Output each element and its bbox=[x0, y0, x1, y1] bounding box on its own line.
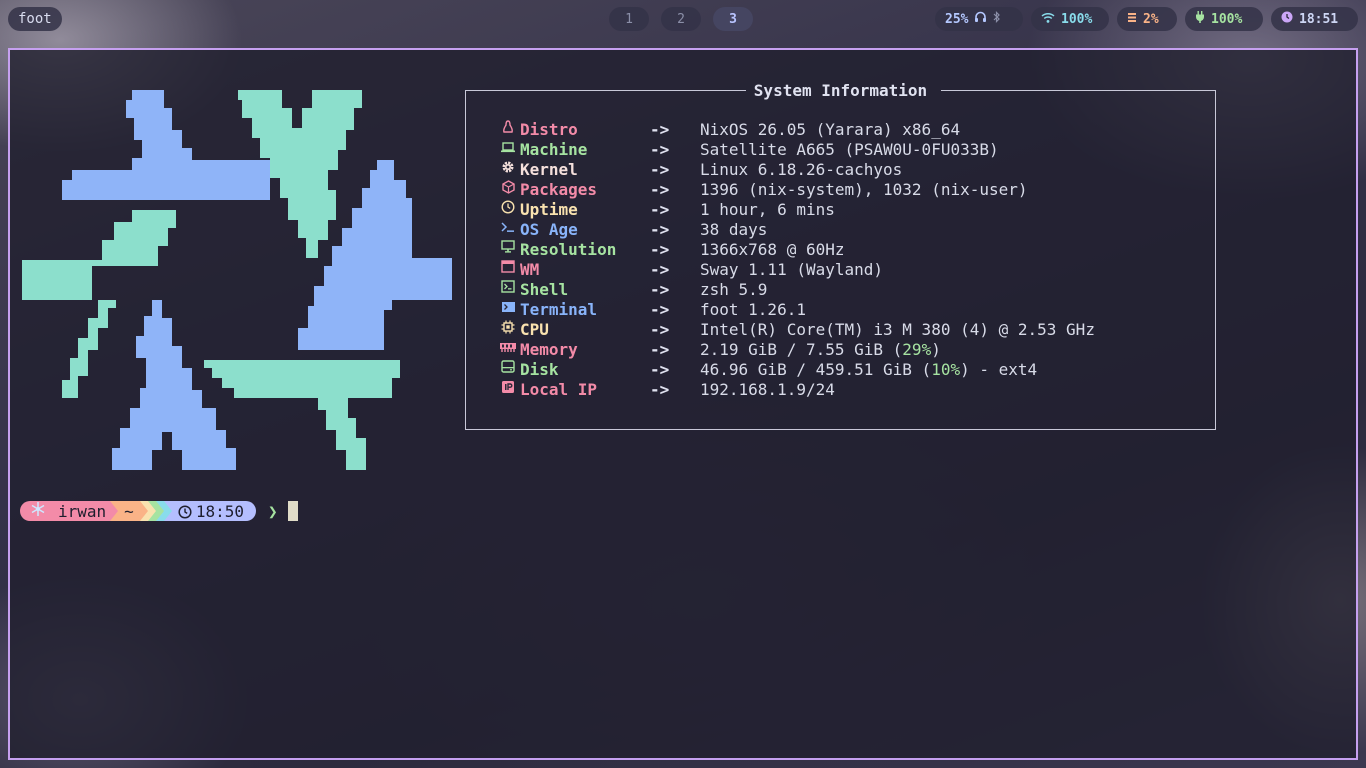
sysinfo-row-os-age: OS Age -> 38 days bbox=[500, 220, 1200, 240]
sysinfo-row-local-ip: Local IP -> 192.168.1.9/24 bbox=[500, 380, 1200, 400]
linux-icon bbox=[500, 120, 516, 141]
battery-module[interactable]: 100% bbox=[1185, 7, 1263, 31]
workspace-button-2[interactable]: 2 bbox=[661, 7, 701, 31]
prompt-time-segment: 18:50 bbox=[171, 501, 256, 521]
volume-module[interactable]: 25% bbox=[935, 7, 1023, 31]
wifi-module[interactable]: 100% bbox=[1031, 7, 1109, 31]
sysinfo-row-distro: Distro -> NixOS 26.05 (Yarara) x86_64 bbox=[500, 120, 1200, 140]
logo-lambda-top-left bbox=[62, 90, 270, 200]
wifi-icon bbox=[1041, 12, 1055, 27]
workspace-button-3[interactable]: 3 bbox=[713, 7, 753, 31]
cpu-icon bbox=[500, 320, 516, 341]
text-cursor bbox=[287, 501, 298, 521]
sysinfo-row-packages: Packages -> 1396 (nix-system), 1032 (nix… bbox=[500, 180, 1200, 200]
terminal-window[interactable]: System Information Distro -> NixOS 26.05… bbox=[8, 48, 1358, 760]
window-title: foot bbox=[8, 7, 62, 31]
sysinfo-row-disk: Disk -> 46.96 GiB / 459.51 GiB (10%) - e… bbox=[500, 360, 1200, 380]
sysinfo-title: System Information bbox=[753, 81, 928, 100]
monitor-icon bbox=[500, 240, 516, 260]
memory-icon bbox=[500, 340, 516, 360]
logo-lambda-bottom bbox=[112, 300, 236, 470]
volume-value: 25% bbox=[945, 11, 969, 27]
nixos-logo bbox=[22, 90, 452, 470]
desktop: foot 1 2 3 25% 100% 2% 100% 18:51 System… bbox=[0, 0, 1366, 768]
network-icon bbox=[500, 380, 516, 400]
clock-module[interactable]: 18:51 bbox=[1271, 7, 1358, 31]
workspace-button-1[interactable]: 1 bbox=[609, 7, 649, 31]
sysinfo-row-machine: Machine -> Satellite A665 (PSAW0U-0FU033… bbox=[500, 140, 1200, 160]
prompt-symbol: ❯ bbox=[267, 501, 278, 521]
clock-icon bbox=[500, 200, 516, 221]
sysinfo-row-memory: Memory -> 2.19 GiB / 7.55 GiB (29%) bbox=[500, 340, 1200, 360]
bluetooth-icon bbox=[993, 11, 1001, 27]
prompt-user: irwan bbox=[54, 501, 111, 521]
sysinfo-row-resolution: Resolution -> 1366x768 @ 60Hz bbox=[500, 240, 1200, 260]
sysinfo-list: Distro -> NixOS 26.05 (Yarara) x86_64 Ma… bbox=[500, 120, 1200, 400]
top-bar: foot 1 2 3 25% 100% 2% 100% 18:51 bbox=[0, 0, 1366, 40]
sysinfo-row-shell: Shell -> zsh 5.9 bbox=[500, 280, 1200, 300]
sysinfo-row-cpu: CPU -> Intel(R) Core(TM) i3 M 380 (4) @ … bbox=[500, 320, 1200, 340]
shell-icon bbox=[500, 280, 516, 300]
prompt-directory: ~ bbox=[118, 501, 140, 521]
shell-prompt[interactable]: irwan ~ 18:50 ❯ bbox=[20, 500, 298, 522]
snowflake-icon bbox=[30, 501, 46, 521]
wifi-value: 100% bbox=[1061, 11, 1093, 27]
memory-chip-icon bbox=[1127, 12, 1137, 27]
clock-icon bbox=[178, 502, 192, 521]
prompt-time: 18:50 bbox=[195, 501, 244, 521]
clock-icon bbox=[1281, 11, 1293, 27]
package-icon bbox=[500, 180, 516, 201]
battery-value: 100% bbox=[1211, 11, 1243, 27]
cpu-value: 2% bbox=[1143, 11, 1159, 27]
sysinfo-row-uptime: Uptime -> 1 hour, 6 mins bbox=[500, 200, 1200, 220]
plug-icon bbox=[1195, 11, 1205, 27]
headphones-icon bbox=[974, 11, 987, 27]
terminal-prompt-icon bbox=[500, 220, 516, 240]
cpu-module[interactable]: 2% bbox=[1117, 7, 1177, 31]
sysinfo-row-terminal: Terminal -> foot 1.26.1 bbox=[500, 300, 1200, 320]
gear-icon bbox=[500, 160, 516, 181]
disk-icon bbox=[500, 360, 516, 380]
terminal-icon bbox=[500, 300, 516, 320]
clock-value: 18:51 bbox=[1299, 11, 1339, 27]
sysinfo-row-wm: WM -> Sway 1.11 (Wayland) bbox=[500, 260, 1200, 280]
prompt-os-segment bbox=[20, 501, 54, 521]
sysinfo-row-kernel: Kernel -> Linux 6.18.26-cachyos bbox=[500, 160, 1200, 180]
window-icon bbox=[500, 260, 516, 280]
laptop-icon bbox=[500, 140, 516, 160]
